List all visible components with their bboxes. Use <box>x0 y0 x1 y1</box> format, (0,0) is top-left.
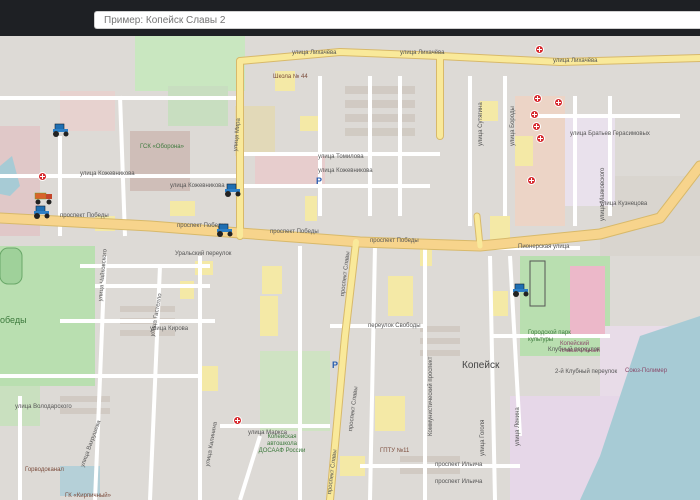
street-label: улица Кузнецова <box>600 201 648 207</box>
street-label: проспект Ильича <box>435 462 483 468</box>
tractor-icon[interactable] <box>510 282 532 298</box>
poi-label: Школа № 44 <box>273 74 308 80</box>
street-label: улица Лихачёва <box>553 58 598 64</box>
hospital-icon[interactable] <box>535 45 544 54</box>
hospital-icon[interactable] <box>38 172 47 181</box>
tractor-icon[interactable] <box>50 122 72 138</box>
poi-label: ГК «Кирпичный» <box>65 493 111 499</box>
street-label: Уральский переулок <box>175 251 232 257</box>
parking-icon: P <box>316 176 323 186</box>
street-label: Коммунистический проспект <box>428 356 434 436</box>
street-label: улица Ленина <box>515 407 521 446</box>
street-label: Пионерская улица <box>518 244 570 250</box>
street-label: улица Кожевникова <box>170 183 225 189</box>
street-label: проспект Ильича <box>435 479 483 485</box>
poi-label: Копейский плавательный <box>560 341 600 354</box>
street-label: улица Братьев Герасимовых <box>570 131 650 137</box>
poi-label: обеды <box>0 315 27 325</box>
street-label: улица Маяковского <box>600 167 606 221</box>
hospital-icon[interactable] <box>533 94 542 103</box>
hospital-icon[interactable] <box>554 98 563 107</box>
poi-label: Копейская автошкола ДОСААФ России <box>258 434 306 454</box>
poi-label: Союз-Полимер <box>625 368 668 374</box>
hospital-icon[interactable] <box>233 416 242 425</box>
street-label: 2-й Клубный переулок <box>555 369 618 375</box>
tractor-icon[interactable] <box>31 204 53 220</box>
tractor-icon[interactable] <box>222 182 244 198</box>
parking-icon: P <box>332 360 339 370</box>
search-input[interactable] <box>94 11 700 29</box>
city-label: Копейск <box>462 360 500 371</box>
hospital-icon[interactable] <box>527 176 536 185</box>
street-label: проспект Победы <box>370 238 419 244</box>
hospital-icon[interactable] <box>532 122 541 131</box>
street-label: проспект Победы <box>60 213 109 219</box>
street-label: улица Гоголя <box>480 419 486 456</box>
street-label: улица Кожевникова <box>80 171 135 177</box>
street-label: улица Томилова <box>318 154 364 160</box>
poi-label: ГПТУ №11 <box>380 448 410 454</box>
street-label: улица Сутягина <box>478 102 484 146</box>
street-label: улица Бороды <box>510 106 516 146</box>
poi-label: Горводоканал <box>25 467 64 473</box>
hospital-icon[interactable] <box>536 134 545 143</box>
street-label: улица Володарского <box>15 404 72 410</box>
hospital-icon[interactable] <box>530 110 539 119</box>
street-label: переулок Свободы <box>368 323 421 329</box>
poi-label: ГСК «Оборона» <box>140 144 184 150</box>
tractor-icon[interactable] <box>214 222 236 238</box>
street-label: улица Лихачёва <box>400 50 445 56</box>
street-label: улица Кожевникова <box>318 168 373 174</box>
street-label: проспект Победы <box>270 229 319 235</box>
top-bar <box>0 0 700 36</box>
map-view[interactable]: улица Лихачёва улица Лихачёва улица Лиха… <box>0 36 700 500</box>
street-label: улица Лихачёва <box>292 50 337 56</box>
street-label: улица Кирова <box>150 326 189 332</box>
